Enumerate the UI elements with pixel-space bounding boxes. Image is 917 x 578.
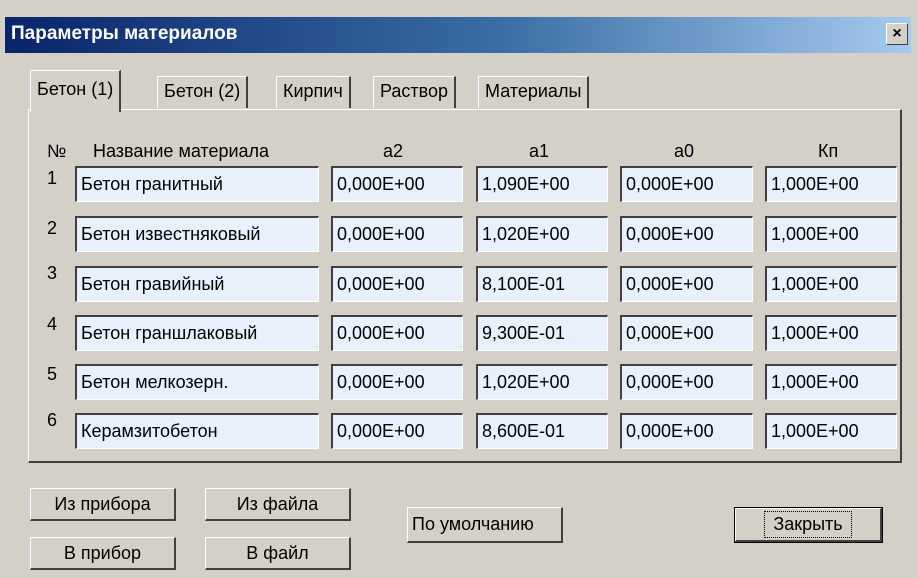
tab-materials[interactable]: Материалы: [478, 76, 590, 108]
from-device-label: Из прибора: [54, 493, 151, 514]
a2-field[interactable]: 0,000E+00: [331, 413, 463, 449]
row-number: 1: [47, 168, 58, 188]
from-device-button[interactable]: Из прибора: [30, 488, 176, 521]
materials-dialog: Параметры материалов × Бетон (1) Бетон (…: [0, 0, 917, 578]
row-number: 3: [47, 263, 58, 283]
window-title: Параметры материалов: [11, 23, 238, 44]
material-name-field[interactable]: Бетон гравийный: [75, 266, 319, 302]
header-a2: а2: [383, 141, 404, 161]
tab-brick[interactable]: Кирпич: [276, 76, 351, 108]
a0-field[interactable]: 0,000E+00: [620, 266, 753, 302]
kp-field[interactable]: 1,000E+00: [765, 413, 897, 449]
title-bar: Параметры материалов ×: [5, 17, 911, 53]
material-name-field[interactable]: Бетон мелкозерн.: [75, 364, 319, 400]
a2-field[interactable]: 0,000E+00: [331, 315, 463, 351]
to-file-button[interactable]: В файл: [205, 537, 351, 570]
from-file-label: Из файла: [236, 493, 319, 514]
a2-field[interactable]: 0,000E+00: [331, 364, 463, 400]
a0-field[interactable]: 0,000E+00: [620, 216, 753, 252]
material-name-field[interactable]: Бетон гранитный: [75, 166, 319, 202]
to-device-label: В прибор: [63, 542, 142, 563]
header-a1: а1: [529, 141, 550, 161]
close-button[interactable]: Закрыть: [734, 507, 883, 543]
a0-field[interactable]: 0,000E+00: [620, 413, 753, 449]
header-number: №: [47, 141, 67, 161]
a2-field[interactable]: 0,000E+00: [331, 216, 463, 252]
a2-field[interactable]: 0,000E+00: [331, 166, 463, 202]
defaults-button[interactable]: По умолчанию: [407, 507, 563, 543]
header-a0: а0: [674, 141, 695, 161]
from-file-button[interactable]: Из файла: [205, 488, 351, 521]
material-name-field[interactable]: Керамзитобетон: [75, 413, 319, 449]
close-window-button[interactable]: ×: [886, 23, 908, 45]
row-number: 6: [47, 410, 58, 430]
a1-field[interactable]: 1,020E+00: [476, 364, 608, 400]
a1-field[interactable]: 1,090E+00: [476, 166, 608, 202]
kp-field[interactable]: 1,000E+00: [765, 364, 897, 400]
header-kp: Кп: [818, 141, 839, 161]
kp-field[interactable]: 1,000E+00: [765, 266, 897, 302]
header-material-name: Название материала: [93, 141, 270, 161]
kp-field[interactable]: 1,000E+00: [765, 315, 897, 351]
kp-field[interactable]: 1,000E+00: [765, 216, 897, 252]
close-label: Закрыть: [764, 511, 852, 538]
a1-field[interactable]: 8,100E-01: [476, 266, 608, 302]
to-device-button[interactable]: В прибор: [30, 537, 176, 570]
a1-field[interactable]: 9,300E-01: [476, 315, 608, 351]
a0-field[interactable]: 0,000E+00: [620, 166, 753, 202]
to-file-label: В файл: [246, 542, 309, 563]
a0-field[interactable]: 0,000E+00: [620, 315, 753, 351]
tab-concrete-1[interactable]: Бетон (1): [30, 70, 122, 112]
defaults-label: По умолчанию: [412, 514, 534, 534]
material-name-field[interactable]: Бетон граншлаковый: [75, 315, 319, 351]
row-number: 5: [47, 364, 58, 384]
material-name-field[interactable]: Бетон известняковый: [75, 216, 319, 252]
a1-field[interactable]: 1,020E+00: [476, 216, 608, 252]
tab-mortar[interactable]: Раствор: [373, 76, 457, 108]
row-number: 2: [47, 218, 58, 238]
a0-field[interactable]: 0,000E+00: [620, 364, 753, 400]
close-icon: ×: [892, 25, 902, 42]
a2-field[interactable]: 0,000E+00: [331, 266, 463, 302]
a1-field[interactable]: 8,600E-01: [476, 413, 608, 449]
tab-concrete-2[interactable]: Бетон (2): [157, 76, 249, 108]
kp-field[interactable]: 1,000E+00: [765, 166, 897, 202]
row-number: 4: [47, 314, 58, 334]
